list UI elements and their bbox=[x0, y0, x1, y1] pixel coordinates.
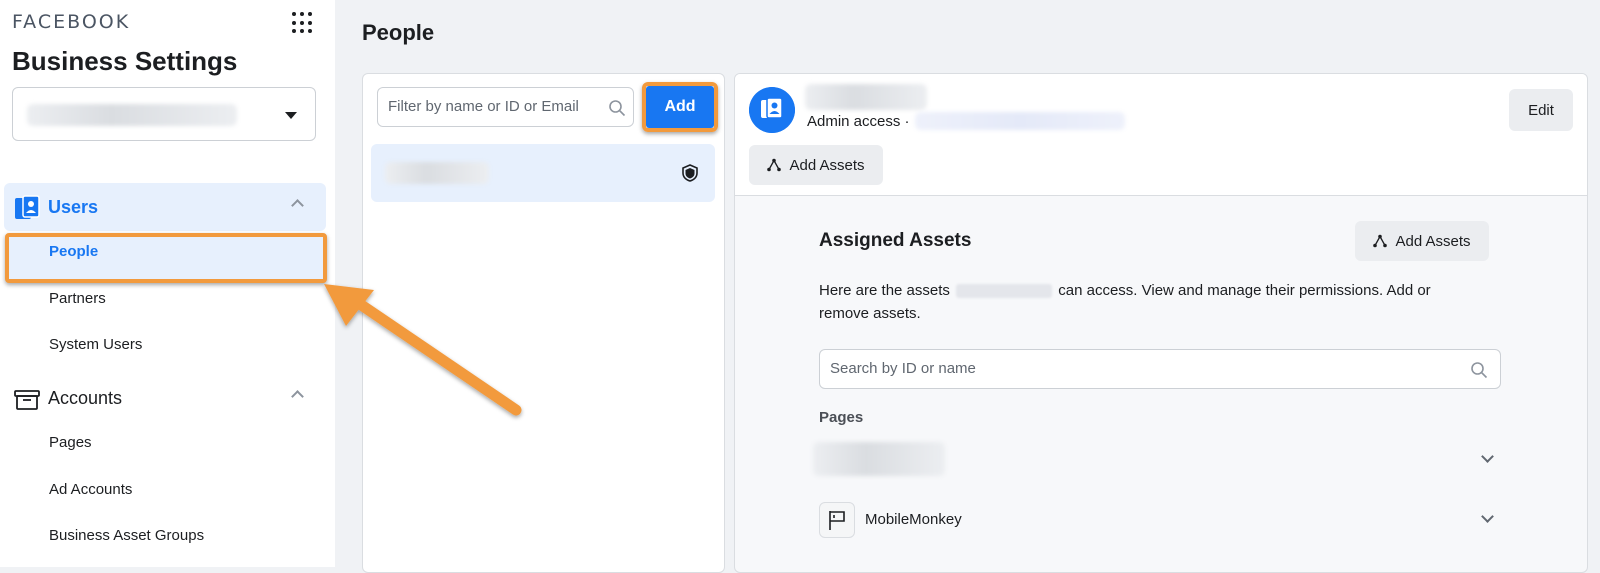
sidebar-item-business-asset-groups[interactable]: Business Asset Groups bbox=[49, 527, 204, 544]
flag-icon-box bbox=[819, 502, 855, 538]
search-icon bbox=[609, 100, 626, 117]
add-assets-label: Add Assets bbox=[1395, 232, 1471, 250]
users-icon bbox=[15, 195, 40, 219]
chevron-down-icon[interactable] bbox=[1481, 510, 1494, 523]
chevron-down-icon[interactable] bbox=[1481, 450, 1494, 463]
facebook-wordmark: FACEBOOK bbox=[12, 11, 131, 33]
person-detail-panel: Admin access · Edit Add Assets Assigned … bbox=[734, 73, 1588, 573]
sidebar-item-partners[interactable]: Partners bbox=[49, 290, 106, 307]
annotation-arrow bbox=[324, 284, 522, 416]
redacted-email bbox=[915, 112, 1125, 130]
asset-nodes-icon bbox=[1373, 234, 1388, 248]
pages-section-label: Pages bbox=[819, 409, 864, 426]
nav-group-label: Users bbox=[48, 196, 99, 217]
caret-down-icon bbox=[285, 112, 297, 119]
redacted-person-name bbox=[385, 162, 489, 184]
flag-icon bbox=[829, 511, 845, 530]
assigned-assets-title: Assigned Assets bbox=[819, 230, 972, 251]
filter-input[interactable] bbox=[388, 98, 598, 115]
nav-group-users[interactable]: Users bbox=[4, 183, 326, 231]
sidebar-item-people[interactable]: People bbox=[49, 243, 98, 260]
edit-button[interactable]: Edit bbox=[1509, 89, 1573, 131]
nav-group-label: Accounts bbox=[48, 387, 123, 408]
asset-search-input[interactable] bbox=[830, 360, 1430, 377]
page-title: People bbox=[362, 20, 435, 45]
access-level-text: Admin access · bbox=[807, 113, 910, 130]
redacted-page-name bbox=[813, 442, 945, 476]
add-assets-label: Add Assets bbox=[789, 156, 865, 174]
avatar bbox=[749, 87, 795, 133]
assigned-add-assets-button[interactable]: Add Assets bbox=[1355, 221, 1489, 261]
sidebar-item-pages[interactable]: Pages bbox=[49, 434, 92, 451]
add-person-button[interactable]: Add bbox=[646, 86, 714, 128]
search-icon bbox=[1471, 362, 1488, 379]
sidebar-item-system-users[interactable]: System Users bbox=[49, 336, 142, 353]
chevron-up-icon[interactable] bbox=[291, 199, 304, 212]
shield-icon bbox=[682, 164, 698, 182]
redacted-person-name bbox=[805, 84, 927, 110]
filter-field[interactable] bbox=[377, 87, 634, 127]
business-selector[interactable] bbox=[12, 87, 316, 141]
asset-search-field[interactable] bbox=[819, 349, 1501, 389]
business-settings-title: Business Settings bbox=[12, 46, 238, 76]
add-button-highlight: Add bbox=[642, 82, 718, 132]
sidebar: FACEBOOK Business Settings Users People … bbox=[0, 0, 335, 567]
chevron-up-icon[interactable] bbox=[291, 390, 304, 403]
desc-before: Here are the assets bbox=[819, 282, 950, 299]
redacted-business-name bbox=[27, 104, 237, 126]
sidebar-item-ad-accounts[interactable]: Ad Accounts bbox=[49, 481, 132, 498]
nav-group-accounts[interactable]: Accounts bbox=[4, 374, 326, 422]
person-detail-header: Admin access · Edit Add Assets bbox=[735, 74, 1587, 196]
page-name: MobileMonkey bbox=[865, 511, 962, 528]
add-assets-button[interactable]: Add Assets bbox=[749, 145, 883, 185]
redacted-name-inline bbox=[956, 284, 1053, 299]
list-item[interactable] bbox=[371, 144, 715, 202]
assigned-assets-description: Here are the assets can access. View and… bbox=[819, 279, 1459, 325]
archive-box-icon bbox=[14, 390, 40, 410]
asset-nodes-icon bbox=[767, 158, 782, 172]
apps-grid-icon[interactable] bbox=[292, 12, 314, 34]
